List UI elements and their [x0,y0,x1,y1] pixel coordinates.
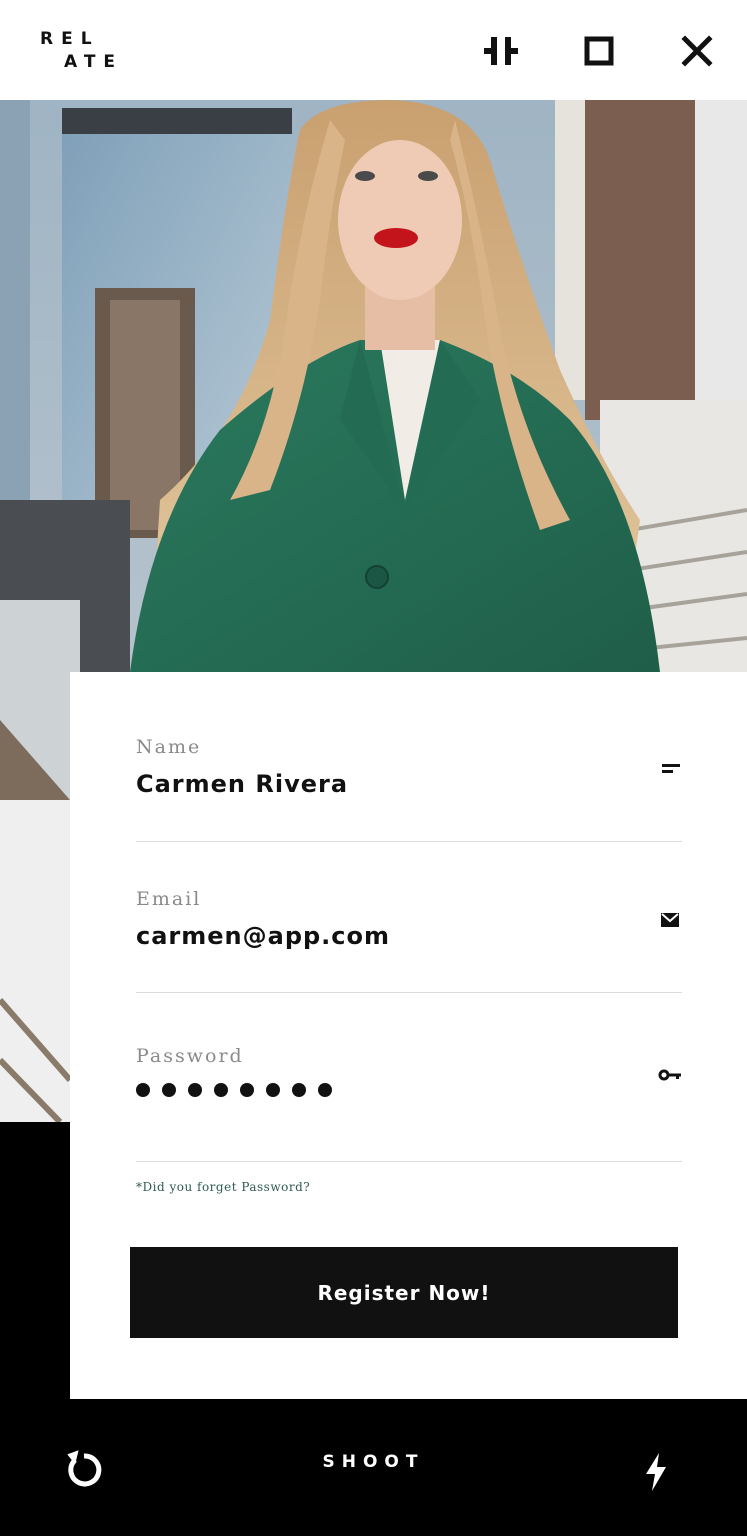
password-dot [162,1083,176,1097]
name-label: Name [136,736,202,758]
password-dot [214,1083,228,1097]
password-dot [188,1083,202,1097]
maximize-icon[interactable] [578,30,620,72]
password-dot [318,1083,332,1097]
password-field[interactable]: Password [136,1045,682,1163]
password-dot [292,1083,306,1097]
logo-line-1: REL [40,29,100,49]
app-logo: REL ATE [40,28,123,74]
register-button[interactable]: Register Now! [130,1247,678,1338]
email-divider [136,992,682,993]
name-divider [136,841,682,842]
close-icon[interactable] [676,30,718,72]
register-form-card: Name Carmen Rivera Email carmen@app.com … [70,672,747,1399]
lines-icon [658,756,682,780]
forgot-password-link[interactable]: *Did you forget Password? [136,1180,310,1194]
password-dot [240,1083,254,1097]
password-divider [136,1161,682,1162]
adjust-icon[interactable] [481,30,523,72]
bottom-bar: SHOOT [0,1400,747,1536]
name-value[interactable]: Carmen Rivera [136,770,682,798]
email-label: Email [136,888,202,910]
flash-icon[interactable] [634,1450,678,1494]
name-field[interactable]: Name Carmen Rivera [136,736,682,842]
password-dot [136,1083,150,1097]
email-field[interactable]: Email carmen@app.com [136,888,682,994]
email-value[interactable]: carmen@app.com [136,922,682,950]
password-value[interactable] [136,1083,682,1097]
password-label: Password [136,1045,244,1067]
key-icon [658,1063,682,1087]
mail-icon [658,908,682,932]
password-dot [266,1083,280,1097]
logo-line-2: ATE [64,52,124,72]
top-bar: REL ATE [0,0,747,100]
